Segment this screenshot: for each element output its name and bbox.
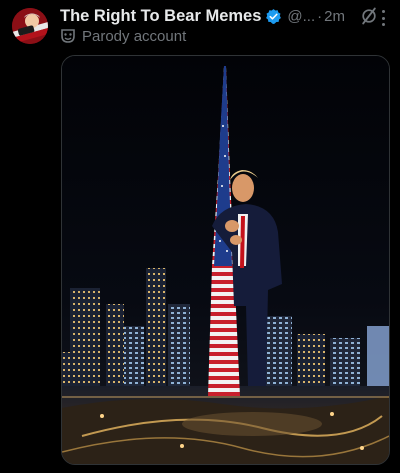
more-options-icon[interactable] [382, 10, 386, 26]
parody-mask-icon [60, 28, 76, 44]
author-name[interactable]: The Right To Bear Memes [60, 7, 261, 26]
author-handle[interactable]: @... [287, 8, 315, 25]
avatar-image [12, 8, 48, 44]
verified-badge-icon[interactable] [265, 8, 282, 25]
media-illustration [62, 56, 389, 464]
separator-dot: · [317, 7, 323, 25]
avatar[interactable] [12, 8, 48, 44]
account-label-row: Parody account [60, 27, 186, 45]
post-timestamp[interactable]: 2m [324, 8, 345, 25]
grok-icon[interactable] [359, 6, 379, 26]
parody-account-label: Parody account [82, 27, 187, 45]
post-header: The Right To Bear Memes @... · 2m [60, 5, 388, 27]
post-media-image[interactable] [61, 55, 390, 465]
